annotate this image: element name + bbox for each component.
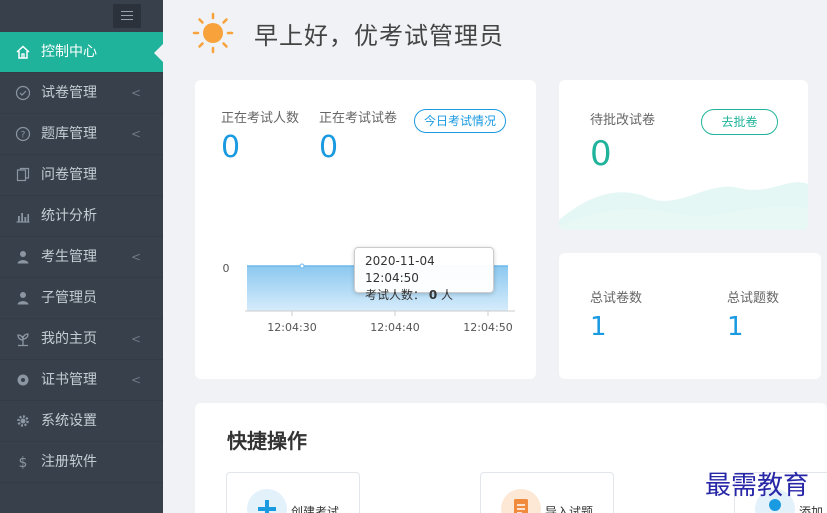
total-papers-value: 1 — [590, 312, 607, 342]
pending-grading-label: 待批改试卷 — [590, 113, 656, 128]
grade-papers-button[interactable]: 去批卷 — [701, 109, 778, 135]
tooltip-row: 考试人数： 0 人 — [365, 287, 483, 304]
pending-grading-value: 0 — [590, 134, 612, 174]
chart-x-tick-label: 12:04:50 — [463, 321, 512, 334]
add-label: 添加 — [799, 505, 824, 513]
total-papers-label: 总试卷数 — [590, 291, 643, 306]
tooltip-value: 0 — [428, 288, 438, 302]
create-exam-label: 创建考试 — [291, 505, 340, 513]
tooltip-label: 考试人数： — [365, 288, 426, 302]
import-questions-button[interactable]: 导入试题 — [480, 472, 614, 513]
document-icon — [501, 489, 541, 513]
chart-y-tick-label: 0 — [223, 262, 230, 275]
plus-icon — [247, 489, 287, 513]
chart-point — [299, 263, 305, 269]
chart-tooltip: 2020-11-04 12:04:50 考试人数： 0 人 — [354, 247, 494, 302]
chart-x-tick-label: 12:04:40 — [370, 321, 419, 334]
chart-x-tick-label: 12:04:30 — [267, 321, 316, 334]
tooltip-unit: 人 — [441, 288, 454, 302]
total-questions-value: 1 — [727, 312, 744, 342]
import-questions-label: 导入试题 — [545, 505, 594, 513]
create-exam-button[interactable]: 创建考试 — [226, 472, 360, 513]
watermark-text: 最需教育 — [705, 471, 810, 501]
total-questions-label: 总试题数 — [727, 291, 780, 306]
tooltip-time: 2020-11-04 12:04:50 — [365, 254, 435, 285]
quick-actions-title: 快捷操作 — [227, 429, 307, 453]
